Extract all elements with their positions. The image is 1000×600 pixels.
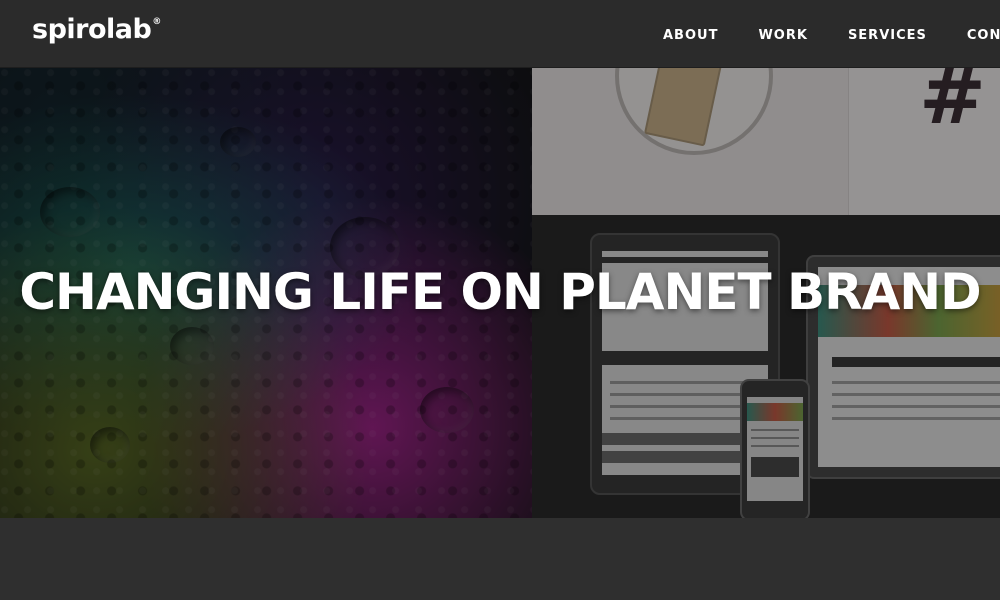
nav-about-link[interactable]: ABOUT	[663, 28, 718, 43]
logo-text: spirolab	[32, 14, 152, 45]
hero-banner: # CHANGING LIFE ON PLANET BRAND	[0, 67, 1000, 518]
main-nav: ABOUT WORK SERVICES CONTACT	[663, 24, 1000, 43]
site-header: spirolab® ABOUT WORK SERVICES CONTACT	[0, 0, 1000, 68]
nav-work-link[interactable]: WORK	[758, 28, 807, 43]
logo[interactable]: spirolab®	[32, 14, 161, 45]
lower-section	[0, 518, 1000, 600]
registered-mark: ®	[152, 17, 161, 27]
nav-contact-link[interactable]: CONTACT	[967, 28, 1000, 43]
hero-headline: CHANGING LIFE ON PLANET BRAND	[19, 263, 981, 321]
nav-services-link[interactable]: SERVICES	[848, 28, 927, 43]
